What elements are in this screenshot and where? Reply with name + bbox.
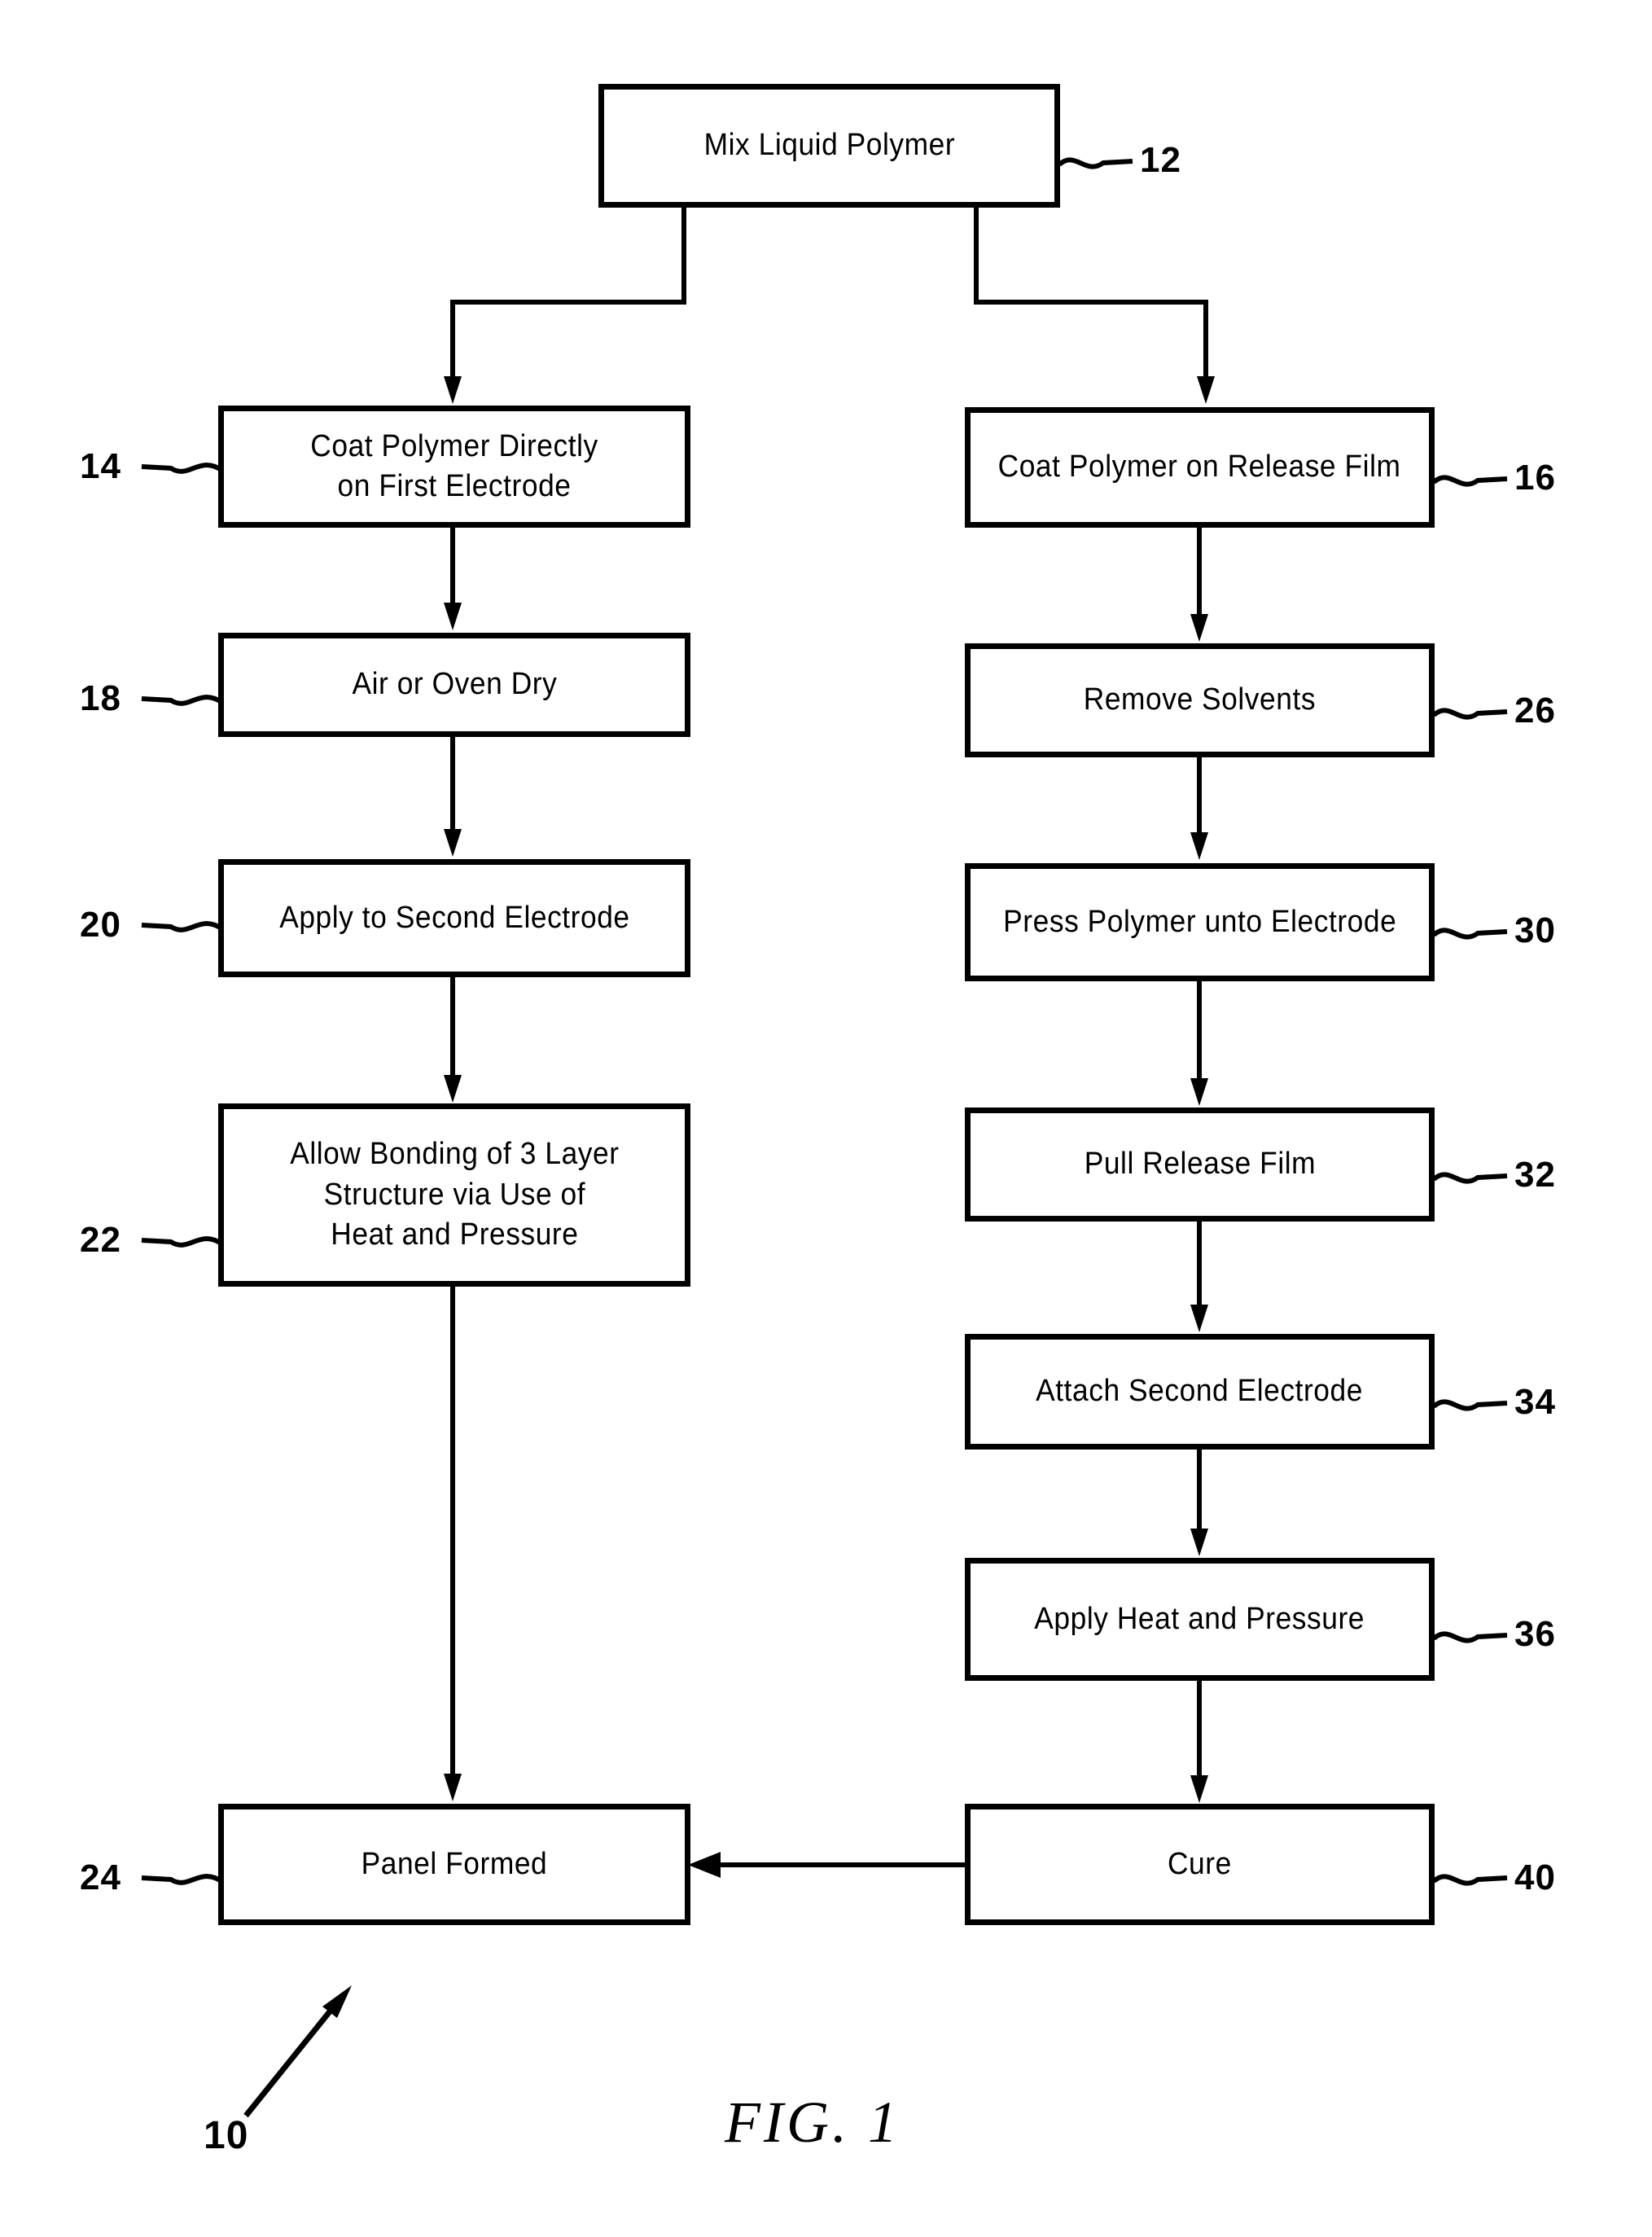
connector-40-to-24 (721, 1862, 965, 1867)
node-coat-polymer-directly: Coat Polymer Directly on First Electrode (218, 406, 690, 528)
connector-22-to-24 (450, 1287, 455, 1775)
arrowhead-to-node-24-horizontal (688, 1852, 721, 1878)
connector-26-to-30 (1197, 757, 1202, 835)
assembly-pointer-arrow (243, 1985, 352, 2118)
connector-34-to-36 (1197, 1450, 1202, 1531)
node-coat-polymer-release-film: Coat Polymer on Release Film (965, 407, 1435, 528)
leader-line-36 (1432, 1631, 1508, 1643)
ref-numeral-12: 12 (1140, 140, 1181, 180)
node-panel-formed-label: Panel Formed (361, 1846, 548, 1881)
node-coat-polymer-directly-label: Coat Polymer Directly on First Electrode (310, 428, 598, 503)
node-panel-formed: Panel Formed (218, 1804, 690, 1925)
arrowhead-to-node-16 (1197, 376, 1215, 404)
ref-numeral-30: 30 (1514, 910, 1556, 950)
leader-line-20 (141, 921, 223, 932)
fork-cross-left (450, 300, 686, 305)
connector-20-to-22 (450, 977, 455, 1077)
node-remove-solvents: Remove Solvents (965, 643, 1435, 757)
node-attach-second-electrode: Attach Second Electrode (965, 1334, 1435, 1450)
leader-line-26 (1432, 708, 1508, 720)
arrowhead-to-node-18 (444, 603, 462, 630)
node-coat-polymer-release-film-label: Coat Polymer on Release Film (998, 450, 1401, 485)
fork-stem-left (681, 206, 686, 304)
fork-drop-left (450, 300, 455, 381)
node-press-polymer-unto-electrode: Press Polymer unto Electrode (965, 863, 1435, 981)
arrowhead-to-node-26 (1190, 614, 1208, 642)
connector-16-to-26 (1197, 528, 1202, 617)
node-attach-second-electrode-label: Attach Second Electrode (1036, 1374, 1364, 1409)
arrowhead-to-node-24 (444, 1774, 462, 1801)
leader-line-22 (141, 1236, 223, 1248)
node-mix-liquid-polymer-label: Mix Liquid Polymer (703, 128, 955, 163)
arrowhead-to-node-14 (444, 376, 462, 404)
arrowhead-to-node-40 (1190, 1775, 1208, 1803)
arrowhead-to-node-34 (1190, 1305, 1208, 1332)
node-apply-heat-and-pressure-label: Apply Heat and Pressure (1034, 1601, 1365, 1636)
ref-numeral-36: 36 (1514, 1614, 1556, 1654)
figure-caption: FIG. 1 (725, 2090, 900, 2155)
leader-line-16 (1432, 475, 1508, 487)
node-air-or-oven-dry-label: Air or Oven Dry (352, 667, 557, 702)
node-cure: Cure (965, 1804, 1435, 1925)
leader-line-34 (1432, 1399, 1508, 1411)
ref-numeral-20: 20 (80, 905, 121, 945)
ref-numeral-10: 10 (204, 2114, 249, 2157)
ref-numeral-26: 26 (1514, 691, 1556, 730)
node-air-or-oven-dry: Air or Oven Dry (218, 633, 690, 737)
node-mix-liquid-polymer: Mix Liquid Polymer (598, 84, 1060, 208)
ref-numeral-14: 14 (80, 446, 121, 486)
fork-stem-right (974, 206, 979, 304)
leader-line-32 (1432, 1172, 1508, 1184)
node-apply-to-second-electrode-label: Apply to Second Electrode (278, 900, 630, 935)
node-apply-to-second-electrode: Apply to Second Electrode (218, 859, 690, 977)
leader-line-24 (141, 1874, 223, 1885)
node-apply-heat-and-pressure: Apply Heat and Pressure (965, 1558, 1435, 1681)
node-pull-release-film: Pull Release Film (965, 1108, 1435, 1222)
arrowhead-to-node-30 (1190, 832, 1208, 860)
patent-figure-sheet: Mix Liquid Polymer 12 Coat Polymer Direc… (0, 0, 1652, 2237)
node-allow-bonding-3-layer: Allow Bonding of 3 Layer Structure via U… (218, 1103, 690, 1287)
leader-line-12 (1058, 157, 1133, 169)
connector-32-to-34 (1197, 1222, 1202, 1307)
arrowhead-to-node-22 (444, 1075, 462, 1103)
arrowhead-to-node-20 (444, 829, 462, 857)
leader-line-30 (1432, 928, 1508, 940)
connector-30-to-32 (1197, 981, 1202, 1081)
arrowhead-to-node-36 (1190, 1529, 1208, 1556)
ref-numeral-22: 22 (80, 1220, 121, 1260)
node-pull-release-film-label: Pull Release Film (1084, 1147, 1316, 1182)
leader-line-14 (141, 463, 223, 474)
ref-numeral-18: 18 (80, 678, 121, 718)
ref-numeral-32: 32 (1514, 1155, 1556, 1195)
ref-numeral-24: 24 (80, 1858, 121, 1897)
node-remove-solvents-label: Remove Solvents (1083, 682, 1317, 717)
connector-36-to-40 (1197, 1681, 1202, 1777)
connector-18-to-20 (450, 737, 455, 831)
ref-numeral-16: 16 (1514, 458, 1556, 498)
arrowhead-to-node-32 (1190, 1078, 1208, 1106)
leader-line-40 (1432, 1874, 1508, 1886)
leader-line-18 (141, 695, 223, 706)
ref-numeral-40: 40 (1514, 1858, 1556, 1897)
fork-cross-right (974, 300, 1208, 305)
node-allow-bonding-3-layer-label: Allow Bonding of 3 Layer Structure via U… (289, 1137, 620, 1252)
ref-numeral-34: 34 (1514, 1382, 1556, 1422)
connector-14-to-18 (450, 528, 455, 605)
node-press-polymer-unto-electrode-label: Press Polymer unto Electrode (1002, 904, 1397, 939)
fork-drop-right (1203, 300, 1208, 381)
node-cure-label: Cure (1168, 1846, 1232, 1881)
